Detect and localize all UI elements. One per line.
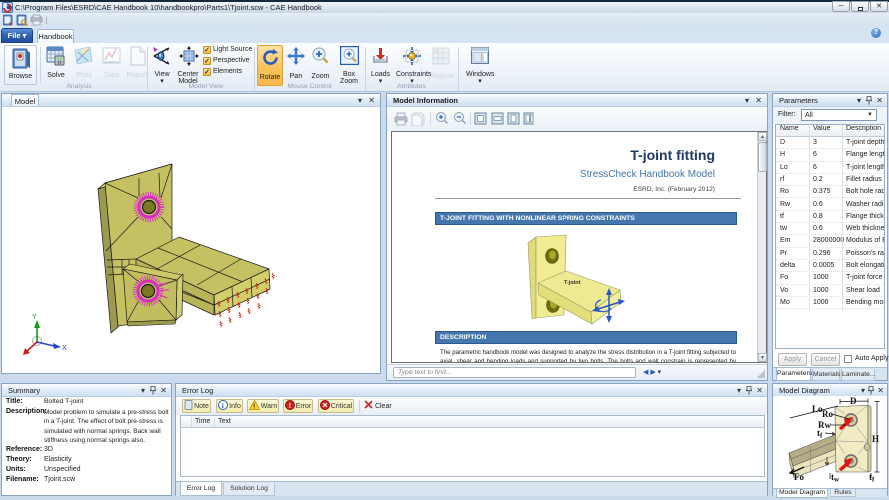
svg-text:Y: Y: [32, 314, 37, 321]
svg-text:!: !: [288, 401, 291, 410]
svg-text:X: X: [62, 345, 67, 352]
svg-text:D: D: [850, 396, 857, 406]
svg-text:i: i: [222, 402, 224, 410]
svg-text:H: H: [872, 434, 879, 444]
svg-text:Ro: Ro: [822, 409, 833, 419]
svg-text:!: !: [253, 404, 255, 411]
svg-text:Rw: Rw: [818, 420, 831, 430]
svg-text:Fo: Fo: [794, 472, 804, 482]
svg-text:T-joint: T-joint: [564, 280, 581, 286]
